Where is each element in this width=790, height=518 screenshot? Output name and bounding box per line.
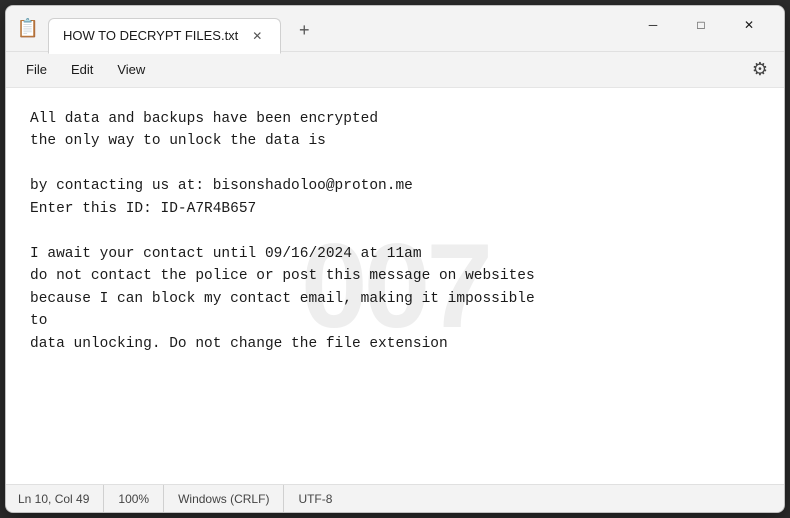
status-bar: Ln 10, Col 49 100% Windows (CRLF) UTF-8 [6, 484, 784, 512]
app-icon: 📋 [18, 19, 38, 39]
maximize-button[interactable]: □ [678, 9, 724, 41]
cursor-position: Ln 10, Col 49 [18, 485, 104, 512]
title-bar: 📋 HOW TO DECRYPT FILES.txt ✕ + ─ □ ✕ [6, 6, 784, 52]
new-tab-button[interactable]: + [289, 16, 319, 46]
window-controls: ─ □ ✕ [630, 9, 772, 41]
zoom-level[interactable]: 100% [104, 485, 164, 512]
minimize-button[interactable]: ─ [630, 9, 676, 41]
menu-bar: File Edit View ⚙ [6, 52, 784, 88]
text-editor-area[interactable]: 007 All data and backups have been encry… [6, 88, 784, 484]
editor-content[interactable]: All data and backups have been encrypted… [30, 108, 760, 355]
close-button[interactable]: ✕ [726, 9, 772, 41]
tab-close-button[interactable]: ✕ [248, 27, 266, 45]
menu-edit[interactable]: Edit [59, 58, 105, 81]
settings-button[interactable]: ⚙ [744, 54, 776, 86]
tab-title: HOW TO DECRYPT FILES.txt [63, 28, 238, 43]
menu-view[interactable]: View [105, 58, 157, 81]
line-ending[interactable]: Windows (CRLF) [164, 485, 284, 512]
encoding[interactable]: UTF-8 [284, 485, 346, 512]
menu-file[interactable]: File [14, 58, 59, 81]
notepad-window: 📋 HOW TO DECRYPT FILES.txt ✕ + ─ □ ✕ Fil… [5, 5, 785, 513]
active-tab[interactable]: HOW TO DECRYPT FILES.txt ✕ [48, 18, 281, 54]
